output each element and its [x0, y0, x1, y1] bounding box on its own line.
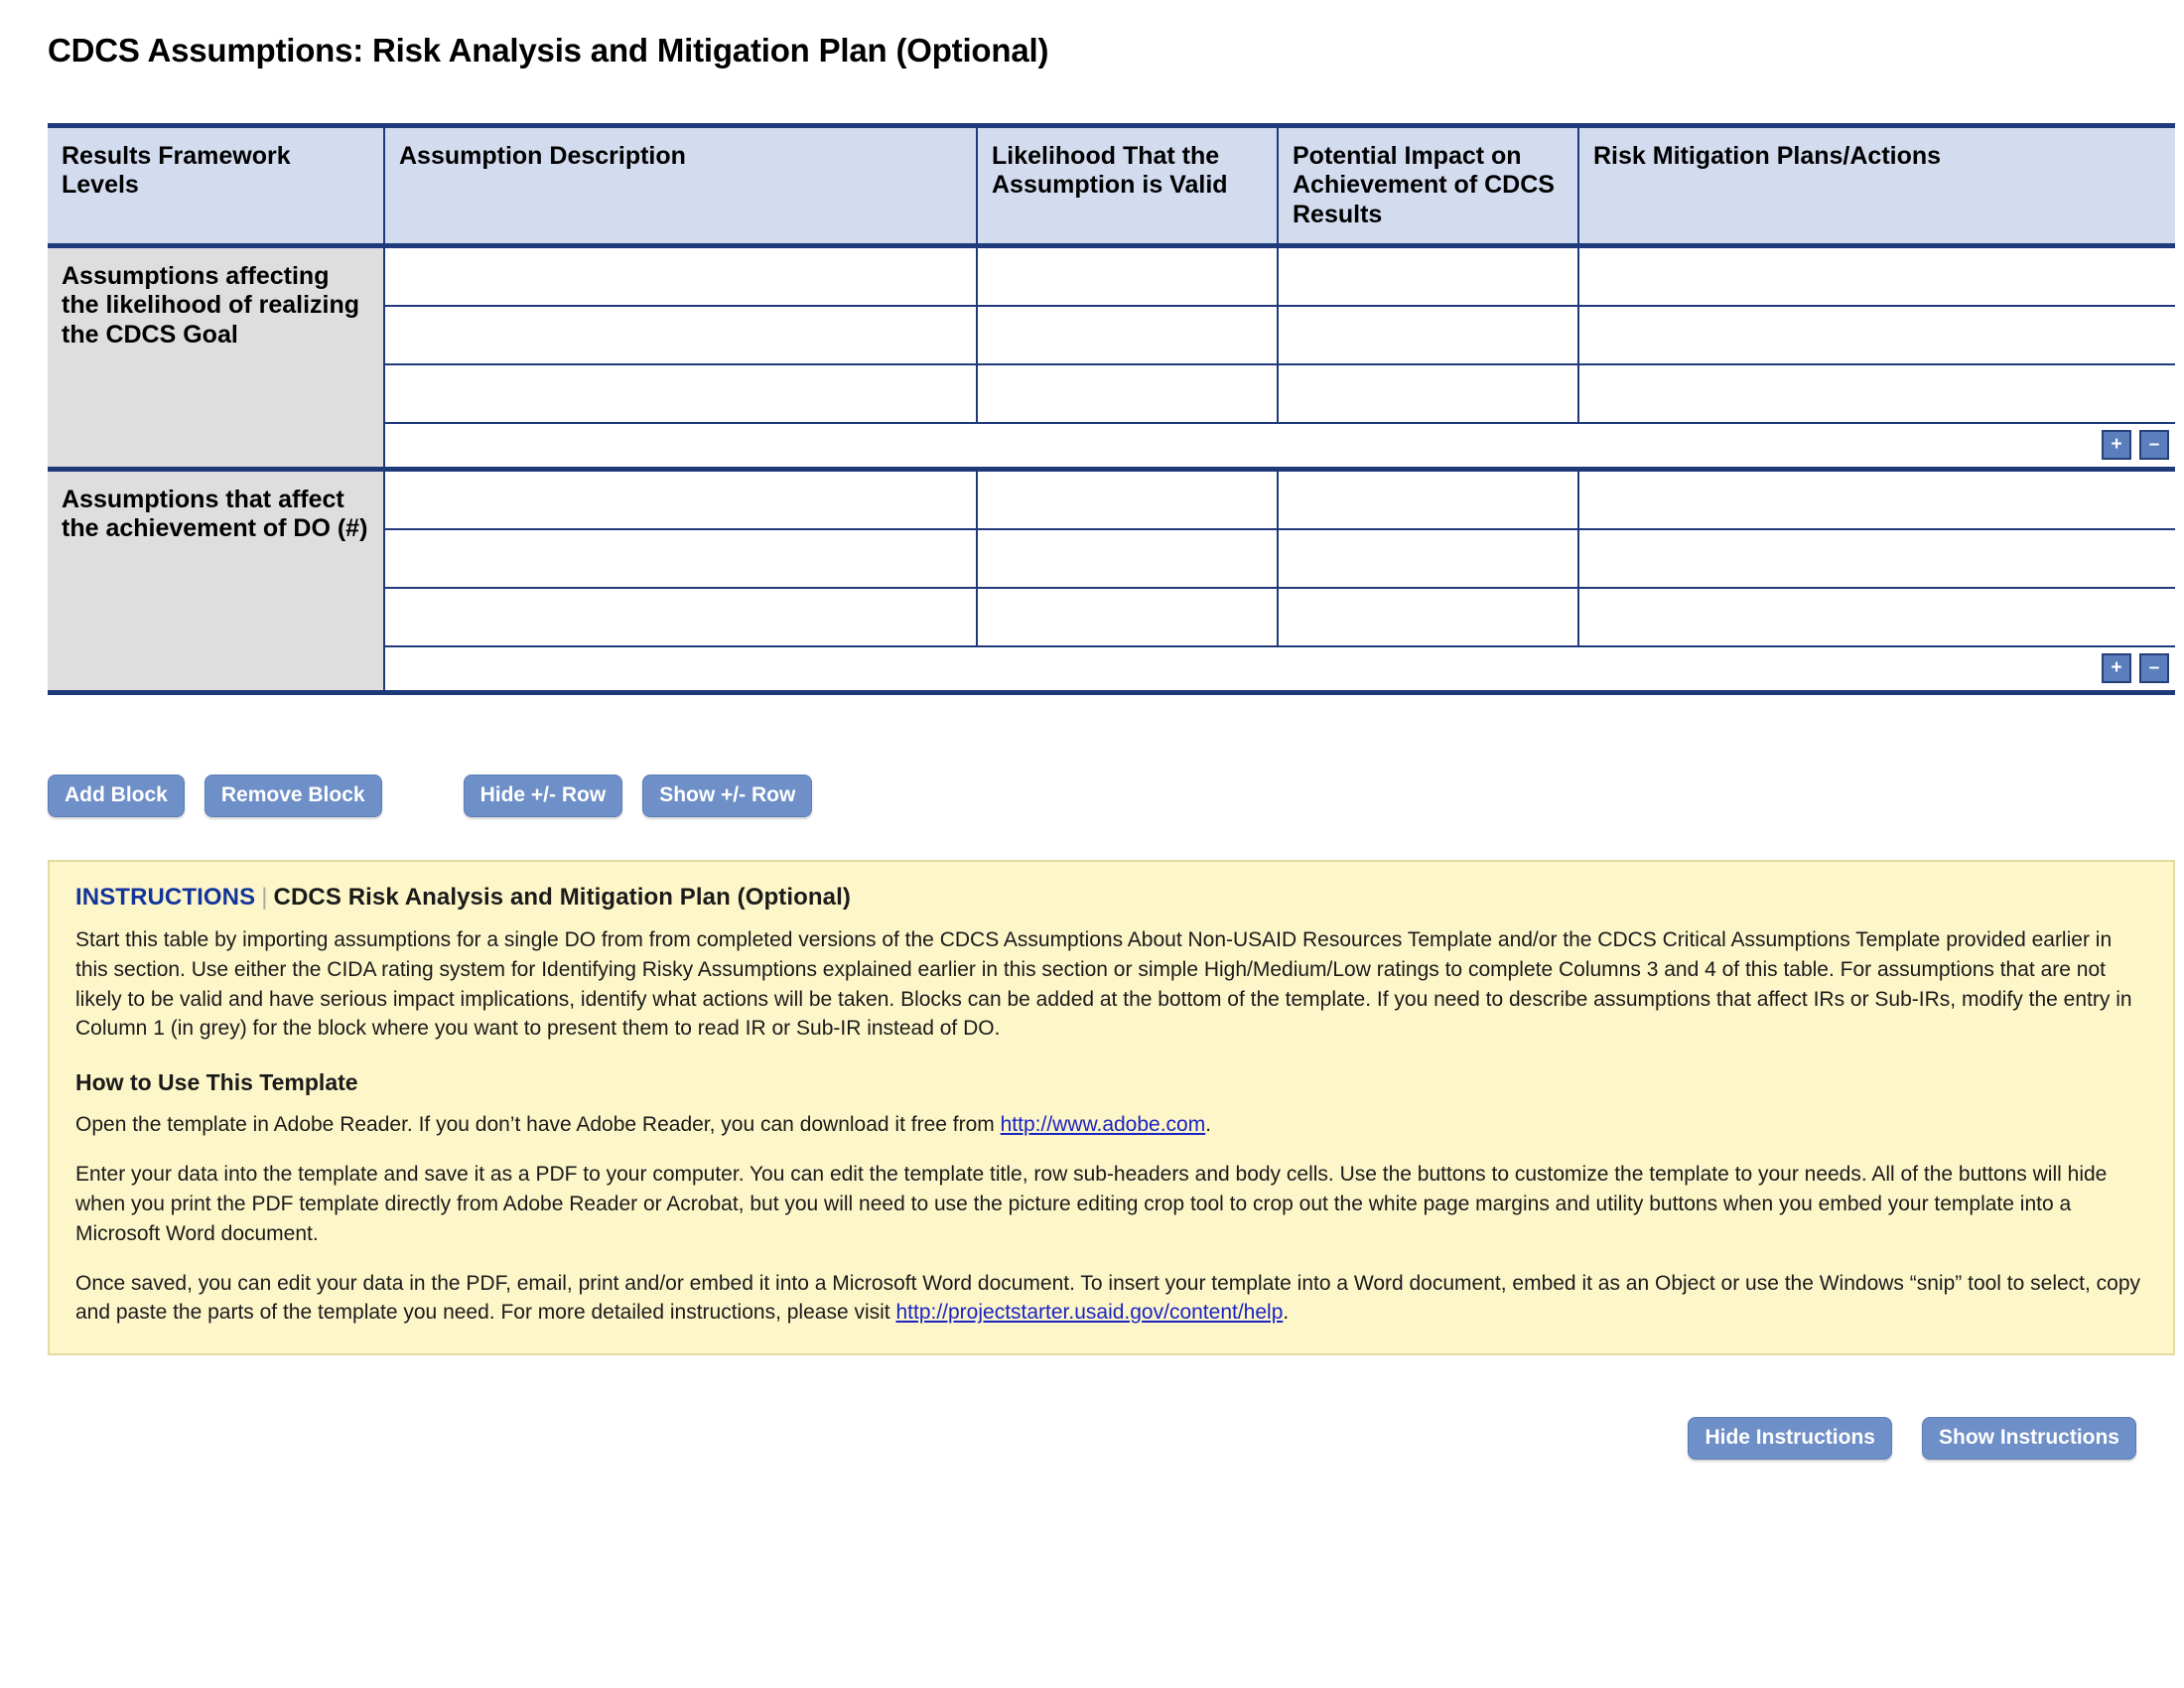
column-header-risk-mitigation: Risk Mitigation Plans/Actions [1593, 142, 1942, 170]
how-to-paragraph-3: Once saved, you can edit your data in th… [75, 1269, 2147, 1329]
remove-row-button[interactable]: – [2139, 430, 2169, 461]
table-header-row: Results Framework Levels Assumption Desc… [48, 128, 2175, 248]
table-row [385, 306, 2175, 365]
block-rows: + – [385, 471, 2175, 690]
show-instructions-button[interactable]: Show Instructions [1921, 1417, 2136, 1460]
add-row-button[interactable]: + [2102, 430, 2131, 461]
cell-risk-mitigation[interactable] [1579, 529, 2175, 587]
block-rows: + – [385, 247, 2175, 467]
instructions-separator: | [261, 884, 268, 911]
cell-assumption-description[interactable] [385, 471, 978, 528]
how-to-3-text-end: . [1283, 1301, 1290, 1325]
adobe-link[interactable]: http://www.adobe.com [1001, 1113, 1206, 1136]
cell-potential-impact[interactable] [1279, 306, 1579, 363]
column-header-results-framework-levels: Results Framework Levels [48, 128, 385, 243]
cell-risk-mitigation[interactable] [1579, 306, 2175, 363]
cell-risk-mitigation[interactable] [1579, 471, 2175, 528]
how-to-paragraph-1: Open the template in Adobe Reader. If yo… [75, 1110, 2147, 1140]
table-block: Assumptions affecting the likelihood of … [48, 247, 2175, 472]
instructions-heading: INSTRUCTIONS | CDCS Risk Analysis and Miti… [75, 884, 2147, 912]
cell-assumption-description[interactable] [385, 588, 978, 645]
cell-risk-mitigation[interactable] [1579, 247, 2175, 305]
cell-assumption-description[interactable] [385, 364, 978, 422]
cell-likelihood[interactable] [978, 364, 1279, 422]
table-row [385, 364, 2175, 424]
cell-assumption-description[interactable] [385, 247, 978, 305]
block-plus-minus-row: + – [385, 423, 2175, 467]
hide-plus-minus-row-button[interactable]: Hide +/- Row [463, 774, 623, 817]
instructions-panel: INSTRUCTIONS | CDCS Risk Analysis and Miti… [48, 860, 2175, 1356]
add-block-button[interactable]: Add Block [48, 774, 185, 817]
cell-potential-impact[interactable] [1279, 529, 1579, 587]
add-row-button[interactable]: + [2102, 653, 2131, 684]
cell-likelihood[interactable] [978, 247, 1279, 305]
cell-risk-mitigation[interactable] [1579, 364, 2175, 422]
cell-likelihood[interactable] [978, 529, 1279, 587]
cell-risk-mitigation[interactable] [1579, 588, 2175, 645]
document-page: CDCS Assumptions: Risk Analysis and Miti… [0, 0, 2184, 1688]
block-label-do[interactable]: Assumptions that affect the achievement … [48, 471, 385, 690]
block-label-goal[interactable]: Assumptions affecting the likelihood of … [48, 247, 385, 467]
instructions-paragraph-1: Start this table by importing assumption… [75, 928, 2132, 1041]
page-title: CDCS Assumptions: Risk Analysis and Miti… [48, 32, 1049, 69]
column-header-assumption-description: Assumption Description [385, 128, 978, 243]
risk-analysis-table: Results Framework Levels Assumption Desc… [48, 123, 2175, 695]
cell-potential-impact[interactable] [1279, 364, 1579, 422]
cell-potential-impact[interactable] [1279, 471, 1579, 528]
table-toolbar: Add Block Remove Block Hide +/- Row Show… [48, 774, 813, 817]
show-plus-minus-row-button[interactable]: Show +/- Row [642, 774, 813, 817]
block-plus-minus-row: + – [385, 646, 2175, 690]
instructions-title: CDCS Risk Analysis and Mitigation Plan (… [273, 884, 851, 911]
hide-instructions-button[interactable]: Hide Instructions [1688, 1417, 1892, 1460]
instructions-label: INSTRUCTIONS [75, 884, 256, 911]
instructions-toolbar: Hide Instructions Show Instructions [1688, 1417, 2136, 1460]
table-row [385, 471, 2175, 530]
table-row [385, 529, 2175, 589]
column-header-potential-impact: Potential Impact on Achievement of CDCS … [1279, 128, 1579, 243]
cell-likelihood[interactable] [978, 306, 1279, 363]
cell-assumption-description[interactable] [385, 306, 978, 363]
how-to-use-heading: How to Use This Template [75, 1069, 358, 1096]
projectstarter-help-link[interactable]: http://projectstarter.usaid.gov/content/… [895, 1301, 1283, 1324]
how-to-paragraph-2: Enter your data into the template and sa… [75, 1163, 2108, 1245]
column-header-likelihood: Likelihood That the Assumption is Valid [978, 128, 1279, 243]
remove-row-button[interactable]: – [2139, 653, 2169, 684]
how-to-1-text: Open the template in Adobe Reader. If yo… [75, 1113, 1001, 1137]
cell-potential-impact[interactable] [1279, 247, 1579, 305]
cell-assumption-description[interactable] [385, 529, 978, 587]
remove-block-button[interactable]: Remove Block [204, 774, 382, 817]
how-to-1-text-end: . [1205, 1113, 1212, 1137]
table-row [385, 247, 2175, 307]
cell-potential-impact[interactable] [1279, 588, 1579, 645]
cell-likelihood[interactable] [978, 471, 1279, 528]
cell-likelihood[interactable] [978, 588, 1279, 645]
table-row [385, 588, 2175, 647]
table-block: Assumptions that affect the achievement … [48, 471, 2175, 690]
